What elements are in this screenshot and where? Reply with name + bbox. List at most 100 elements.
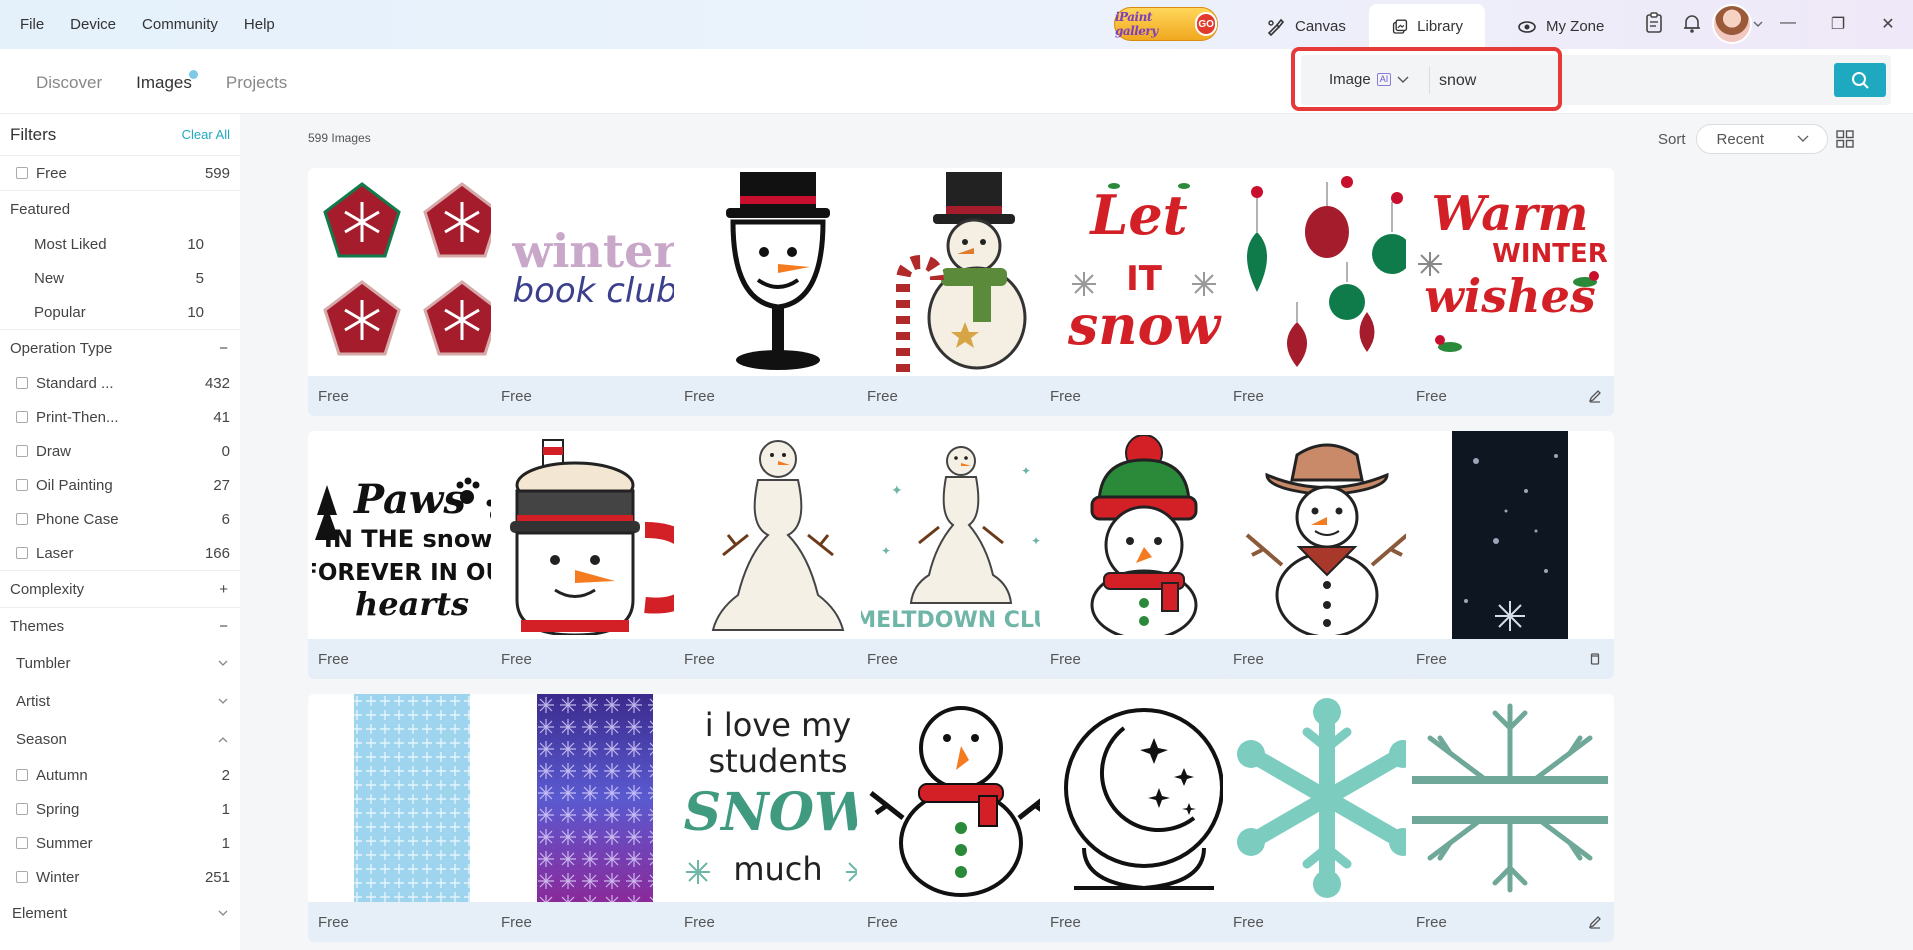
clear-all-link[interactable]: Clear All	[182, 127, 230, 142]
card-image-let-it-snow[interactable]: Let IT snow	[1040, 168, 1248, 376]
themes-element[interactable]: Element	[0, 894, 240, 932]
clipboard-icon[interactable]	[1644, 12, 1664, 34]
checkbox[interactable]	[16, 167, 28, 179]
menu-community[interactable]: Community	[142, 16, 218, 33]
card-image-snowman-mug[interactable]	[491, 431, 699, 639]
image-card[interactable]: Free	[1406, 431, 1614, 679]
tab-discover[interactable]: Discover	[36, 73, 102, 93]
card-image-blue-snowflake-pattern[interactable]	[308, 694, 516, 902]
operation-type-header[interactable]: Operation Type −	[0, 329, 240, 366]
card-image-warm-winter-wishes[interactable]: Warm WINTER wishes	[1406, 168, 1614, 376]
edit-icon[interactable]	[1588, 389, 1602, 403]
themes-header[interactable]: Themes −	[0, 607, 240, 644]
op-draw[interactable]: Draw 0	[0, 434, 240, 468]
card-image-snowflake-pentagons[interactable]	[308, 168, 516, 376]
themes-tumbler[interactable]: Tumbler	[0, 644, 240, 682]
image-card[interactable]: Free	[1223, 168, 1431, 416]
image-card[interactable]: Free	[491, 694, 699, 942]
card-image-purple-snowflake-pattern[interactable]	[491, 694, 699, 902]
card-image-moon-snow-globe[interactable]	[1040, 694, 1248, 902]
image-card[interactable]: Free	[308, 168, 516, 416]
bell-icon[interactable]	[1682, 12, 1702, 34]
menu-help[interactable]: Help	[244, 16, 275, 33]
tab-projects[interactable]: Projects	[226, 73, 287, 93]
checkbox[interactable]	[16, 803, 28, 815]
tab-library[interactable]: Library	[1369, 4, 1485, 49]
card-image-meltdown-club[interactable]: ✦ ✦ ✦ ✦ MELTDOWN CLUB	[857, 431, 1065, 639]
checkbox[interactable]	[16, 377, 28, 389]
card-image-snowman-scarf[interactable]	[857, 694, 1065, 902]
image-card[interactable]: Free	[491, 431, 699, 679]
image-card[interactable]: winter book club Free	[491, 168, 699, 416]
tab-images[interactable]: Images	[136, 70, 198, 93]
checkbox[interactable]	[16, 769, 28, 781]
season-autumn[interactable]: Autumn 2	[0, 758, 240, 792]
season-summer[interactable]: Summer 1	[0, 826, 240, 860]
avatar-chevron-down-icon[interactable]	[1753, 20, 1763, 28]
image-card[interactable]: i love my students SNOW much Free	[674, 694, 882, 942]
tab-my-zone[interactable]: My Zone	[1495, 4, 1626, 49]
image-card[interactable]: Paws IN THE snow, FOREVER IN OUR hearts …	[308, 431, 516, 679]
card-image-melting-snowman[interactable]	[674, 431, 882, 639]
themes-artist[interactable]: Artist	[0, 682, 240, 720]
season-spring[interactable]: Spring 1	[0, 792, 240, 826]
checkbox[interactable]	[16, 871, 28, 883]
checkbox[interactable]	[16, 411, 28, 423]
checkbox[interactable]	[16, 479, 28, 491]
avatar[interactable]	[1712, 4, 1752, 44]
card-image-split-snowflake[interactable]	[1406, 694, 1614, 902]
image-card[interactable]: Free	[1223, 431, 1431, 679]
image-card[interactable]: Free	[1223, 694, 1431, 942]
card-image-night-snow-tumbler[interactable]	[1406, 431, 1614, 639]
sort-dropdown[interactable]: Recent	[1695, 124, 1828, 154]
featured-new[interactable]: New 5	[0, 261, 240, 295]
image-card[interactable]: Free	[674, 168, 882, 416]
image-card[interactable]: Let IT snow Free	[1040, 168, 1248, 416]
image-card[interactable]: ✦ ✦ ✦ ✦ MELTDOWN CLUB Free	[857, 431, 1065, 679]
image-card[interactable]: Free	[857, 168, 1065, 416]
checkbox[interactable]	[16, 837, 28, 849]
card-image-teal-snowflake[interactable]	[1223, 694, 1431, 902]
image-card[interactable]: Free	[1040, 431, 1248, 679]
image-card[interactable]: Free	[308, 694, 516, 942]
tab-canvas[interactable]: Canvas	[1244, 4, 1368, 49]
op-phone-case[interactable]: Phone Case 6	[0, 502, 240, 536]
op-print-then[interactable]: Print-Then... 41	[0, 400, 240, 434]
image-card[interactable]: Free	[1040, 694, 1248, 942]
filter-free[interactable]: Free 599	[0, 156, 240, 190]
themes-season[interactable]: Season	[0, 720, 240, 758]
maximize-icon[interactable]: ❐	[1813, 14, 1863, 34]
image-card[interactable]: Warm WINTER wishes Free	[1406, 168, 1614, 416]
op-oil-painting[interactable]: Oil Painting 27	[0, 468, 240, 502]
expand-icon[interactable]: +	[219, 581, 228, 598]
featured-popular[interactable]: Popular 10	[0, 295, 240, 329]
card-image-snowman-wine-glass[interactable]	[674, 168, 882, 376]
checkbox[interactable]	[16, 445, 28, 457]
tumbler-icon[interactable]	[1588, 652, 1602, 666]
menu-file[interactable]: File	[20, 16, 44, 33]
minimize-icon[interactable]: —	[1763, 14, 1813, 34]
card-image-paws-in-the-snow[interactable]: Paws IN THE snow, FOREVER IN OUR hearts	[308, 431, 516, 639]
search-button[interactable]	[1834, 63, 1886, 97]
image-card[interactable]: Free	[674, 431, 882, 679]
image-card[interactable]: Free	[1406, 694, 1614, 942]
checkbox[interactable]	[16, 547, 28, 559]
featured-most-liked[interactable]: Most Liked 10	[0, 227, 240, 261]
collapse-icon[interactable]: −	[219, 340, 228, 357]
season-winter[interactable]: Winter 251	[0, 860, 240, 894]
collapse-icon[interactable]: −	[219, 618, 228, 635]
ipaint-gallery-go-button[interactable]: iPaint gallery GO	[1114, 7, 1218, 41]
grid-view-icon[interactable]	[1836, 130, 1854, 148]
card-image-snowman-candy-cane[interactable]	[857, 168, 1065, 376]
edit-icon[interactable]	[1588, 915, 1602, 929]
op-laser[interactable]: Laser 166	[0, 536, 240, 570]
complexity-header[interactable]: Complexity +	[0, 570, 240, 607]
checkbox[interactable]	[16, 513, 28, 525]
card-image-winter-book-club[interactable]: winter book club	[491, 168, 699, 376]
card-image-christmas-ornaments[interactable]	[1223, 168, 1431, 376]
card-image-i-love-my-students[interactable]: i love my students SNOW much	[674, 694, 882, 902]
card-image-snowman-beanie[interactable]	[1040, 431, 1248, 639]
card-image-snowman-cowboy[interactable]	[1223, 431, 1431, 639]
menu-device[interactable]: Device	[70, 16, 116, 33]
image-card[interactable]: Free	[857, 694, 1065, 942]
